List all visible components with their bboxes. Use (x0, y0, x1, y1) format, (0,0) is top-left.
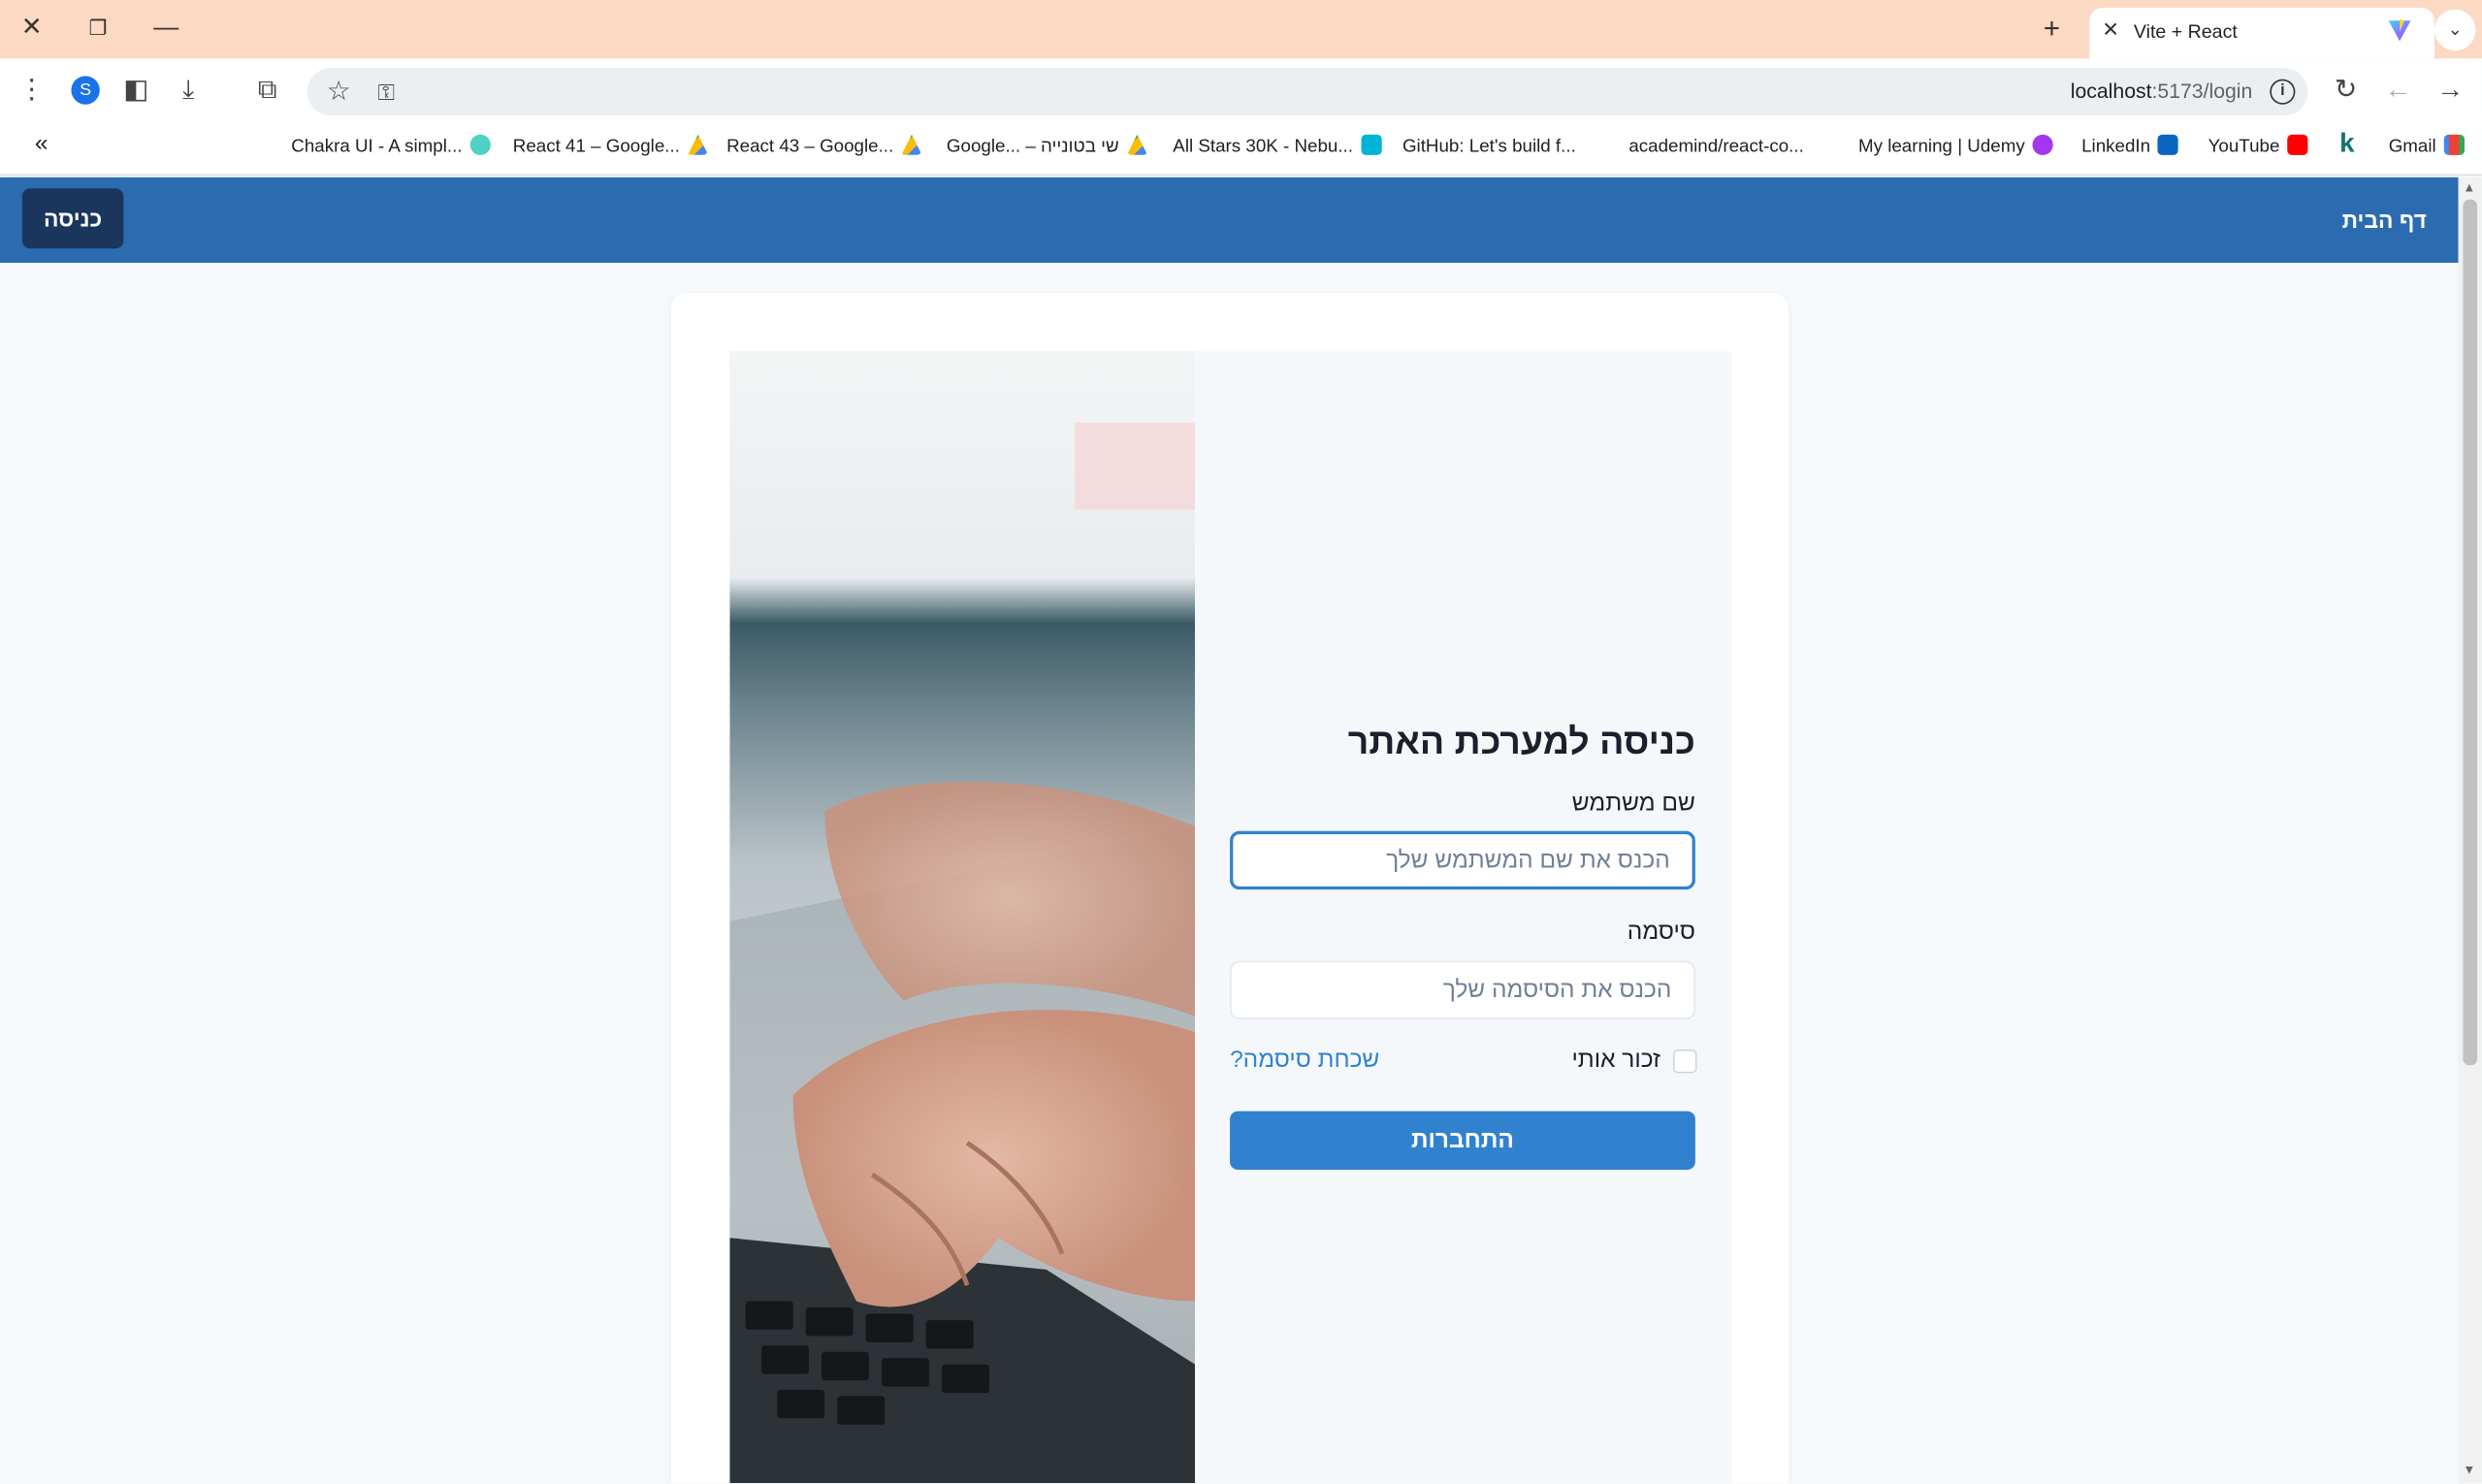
reload-icon[interactable]: ↻ (2329, 73, 2364, 108)
scroll-up-icon[interactable]: ▲ (2463, 180, 2475, 195)
bookmarks-collapse-icon[interactable]: « (35, 130, 48, 157)
bookmark-label: LinkedIn (2081, 137, 2151, 157)
back-icon[interactable]: ← (2381, 73, 2416, 108)
scroll-down-icon[interactable]: ▼ (2463, 1463, 2475, 1477)
scrollbar-thumb[interactable] (2463, 199, 2478, 1066)
bookmark-label: academind/react-co... (1628, 137, 1804, 157)
bookmark-item[interactable]: All Stars 30K - Nebu... (1173, 134, 1382, 157)
bookmark-item[interactable]: GitHub: Let's build f... (1402, 135, 1584, 157)
chakra-icon (469, 134, 491, 155)
minimize-window-icon[interactable]: — (150, 13, 182, 45)
url-path: :5173/login (2151, 79, 2253, 104)
google-drive-icon (901, 134, 922, 155)
nav-home-link[interactable]: דף הבית (2342, 208, 2427, 233)
address-bar[interactable]: ☆ ⚿ localhost:5173/login i (306, 68, 2308, 116)
new-tab-icon[interactable]: + (2044, 13, 2060, 46)
nebula-icon (1361, 134, 1382, 155)
tab-title: Vite + React (2133, 20, 2238, 44)
username-label: שם משתמש (1571, 790, 1695, 818)
tab-strip: ✕ ❐ — + ✕ Vite + React ⌄ (0, 0, 2482, 59)
login-form: כניסה למערכת האתר שם משתמש סיסמה זכור או… (1195, 351, 1732, 1484)
vite-icon (2388, 18, 2411, 42)
password-label: סיסמה (1627, 918, 1695, 946)
screen: ✕ ❐ — + ✕ Vite + React ⌄ ⋮ ◧ ⤓ ⧉ ↻ ← → S… (0, 0, 2482, 1484)
forgot-password-link[interactable]: שכחת סיסמה? (1230, 1047, 1379, 1074)
login-submit-button[interactable]: התחברות (1230, 1111, 1695, 1171)
youtube-icon (2287, 134, 2308, 155)
nav-login-button[interactable]: כניסה (21, 188, 124, 249)
bookmark-item[interactable]: YouTube (2208, 134, 2308, 157)
profile-avatar[interactable]: S (71, 76, 100, 105)
gmail-icon (2443, 134, 2466, 155)
close-tab-icon[interactable]: ✕ (2102, 17, 2119, 43)
tab-search-icon[interactable]: ⌄ (2434, 9, 2476, 51)
star-icon[interactable]: ☆ (321, 75, 356, 110)
keyboard-hands-photo (729, 351, 1196, 1484)
bookmark-item[interactable]: LinkedIn (2081, 134, 2179, 157)
bookmark-label: GitHub: Let's build f... (1402, 137, 1576, 157)
url-text: localhost:5173/login (2071, 80, 2253, 103)
forward-icon[interactable]: → (2433, 73, 2467, 108)
bookmark-label: React 41 – Google... (512, 137, 680, 157)
bookmark-item[interactable]: React 41 – Google... (512, 134, 709, 157)
bookmark-label: Gmail (2388, 137, 2436, 157)
restore-window-icon[interactable]: ❐ (82, 13, 114, 45)
bookmarks-bar: « Chakra UI - A simpl... React 41 – Googl… (0, 121, 2482, 177)
bookmark-label: Chakra UI - A simpl... (291, 137, 463, 157)
extensions-icon[interactable]: ⧉ (250, 73, 285, 108)
remember-checkbox[interactable] (1673, 1049, 1697, 1074)
bookmark-item[interactable]: Chakra UI - A simpl... (291, 134, 491, 157)
remember-label[interactable]: זכור אותי (1571, 1047, 1660, 1074)
close-window-icon[interactable]: ✕ (16, 13, 48, 45)
google-drive-icon (1126, 134, 1148, 155)
tab-active[interactable]: ✕ Vite + React (2089, 8, 2435, 59)
password-input[interactable] (1230, 960, 1695, 1020)
site-navbar: דף הבית כניסה (0, 177, 2459, 263)
udemy-icon (2032, 134, 2054, 155)
bookmark-label: k (2339, 128, 2355, 159)
bookmark-label: YouTube (2208, 137, 2280, 157)
google-drive-icon (688, 134, 709, 155)
linkedin-icon (2158, 134, 2179, 155)
key-icon[interactable]: ⚿ (369, 75, 403, 110)
menu-icon[interactable]: ⋮ (15, 73, 49, 108)
bookmark-item[interactable]: My learning | Udemy (1857, 134, 2054, 157)
bookmark-item[interactable]: academind/react-co... (1628, 135, 1812, 157)
url-host: localhost (2070, 79, 2152, 104)
bookmark-item[interactable]: React 43 – Google... (726, 134, 922, 157)
bookmark-item[interactable]: Gmail (2388, 134, 2466, 157)
username-input[interactable] (1230, 830, 1695, 890)
page-scrollbar[interactable]: ▲ ▼ (2458, 177, 2482, 1484)
sidebar-icon[interactable]: ◧ (118, 73, 153, 108)
bookmark-item[interactable]: Google... – שי בטונייה (946, 134, 1148, 157)
bookmark-label: Google... – שי בטונייה (946, 137, 1119, 157)
bookmark-label: All Stars 30K - Nebu... (1173, 137, 1354, 157)
download-icon[interactable]: ⤓ (171, 73, 206, 108)
bookmark-item[interactable]: k (2339, 128, 2354, 160)
bookmark-label: My learning | Udemy (1857, 137, 2025, 157)
bookmark-label: React 43 – Google... (726, 137, 894, 157)
site-info-icon[interactable]: i (2270, 79, 2296, 105)
form-title: כניסה למערכת האתר (1347, 720, 1695, 761)
